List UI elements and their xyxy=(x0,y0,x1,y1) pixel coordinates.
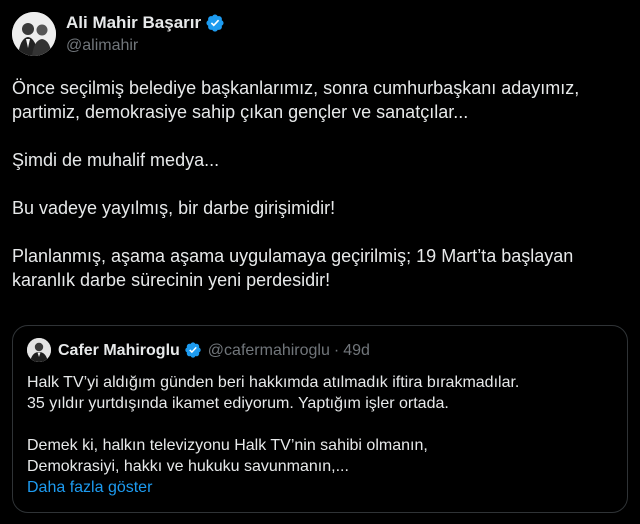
tweet-line: Şimdi de muhalif medya... xyxy=(12,150,220,170)
quoted-timestamp[interactable]: 49d xyxy=(343,342,370,360)
quoted-line: 35 yıldır yurtdışında ikamet ediyorum. Y… xyxy=(27,395,449,412)
quoted-author-avatar[interactable] xyxy=(27,338,51,362)
author-name-row: Ali Mahir Başarır xyxy=(66,13,225,33)
tweet-line: Bu vadeye yayılmış, bir darbe girişimidi… xyxy=(12,198,336,218)
quoted-author-name[interactable]: Cafer Mahiroglu xyxy=(58,342,180,360)
quoted-header: Cafer Mahiroglu @cafermahiroglu · 49d xyxy=(58,341,370,361)
quoted-line: Halk TV’yi aldığım günden beri hakkımda … xyxy=(27,374,520,391)
tweet-text: Önce seçilmiş belediye başkanlarımız, so… xyxy=(12,76,628,292)
author-handle[interactable]: @alimahir xyxy=(66,37,138,55)
quoted-line: Demokrasiyi, hakkı ve hukuku savunmanın,… xyxy=(27,458,349,475)
tweet-line: partimiz, demokrasiye sahip çıkan gençle… xyxy=(12,102,469,122)
quoted-line: Demek ki, halkın televizyonu Halk TV’nin… xyxy=(27,437,428,454)
author-name[interactable]: Ali Mahir Başarır xyxy=(66,13,201,33)
tweet-line: Planlanmış, aşama aşama uygulamaya geçir… xyxy=(12,246,574,266)
show-more-link[interactable]: Daha fazla göster xyxy=(27,477,617,498)
meta-separator: · xyxy=(333,342,340,359)
tweet-line: Önce seçilmiş belediye başkanlarımız, so… xyxy=(12,78,580,98)
author-avatar[interactable] xyxy=(12,12,56,56)
verified-badge-icon[interactable] xyxy=(184,341,204,361)
quoted-author-handle[interactable]: @cafermahiroglu xyxy=(208,342,330,360)
tweet-line: karanlık darbe sürecinin yeni perdesidir… xyxy=(12,270,331,290)
tweet-card: Ali Mahir Başarır @alimahir Önce seçilmi… xyxy=(0,0,640,524)
quoted-text: Halk TV’yi aldığım günden beri hakkımda … xyxy=(27,372,617,498)
verified-badge-icon[interactable] xyxy=(205,13,225,33)
quoted-tweet[interactable]: Cafer Mahiroglu @cafermahiroglu · 49d Ha… xyxy=(12,325,628,513)
